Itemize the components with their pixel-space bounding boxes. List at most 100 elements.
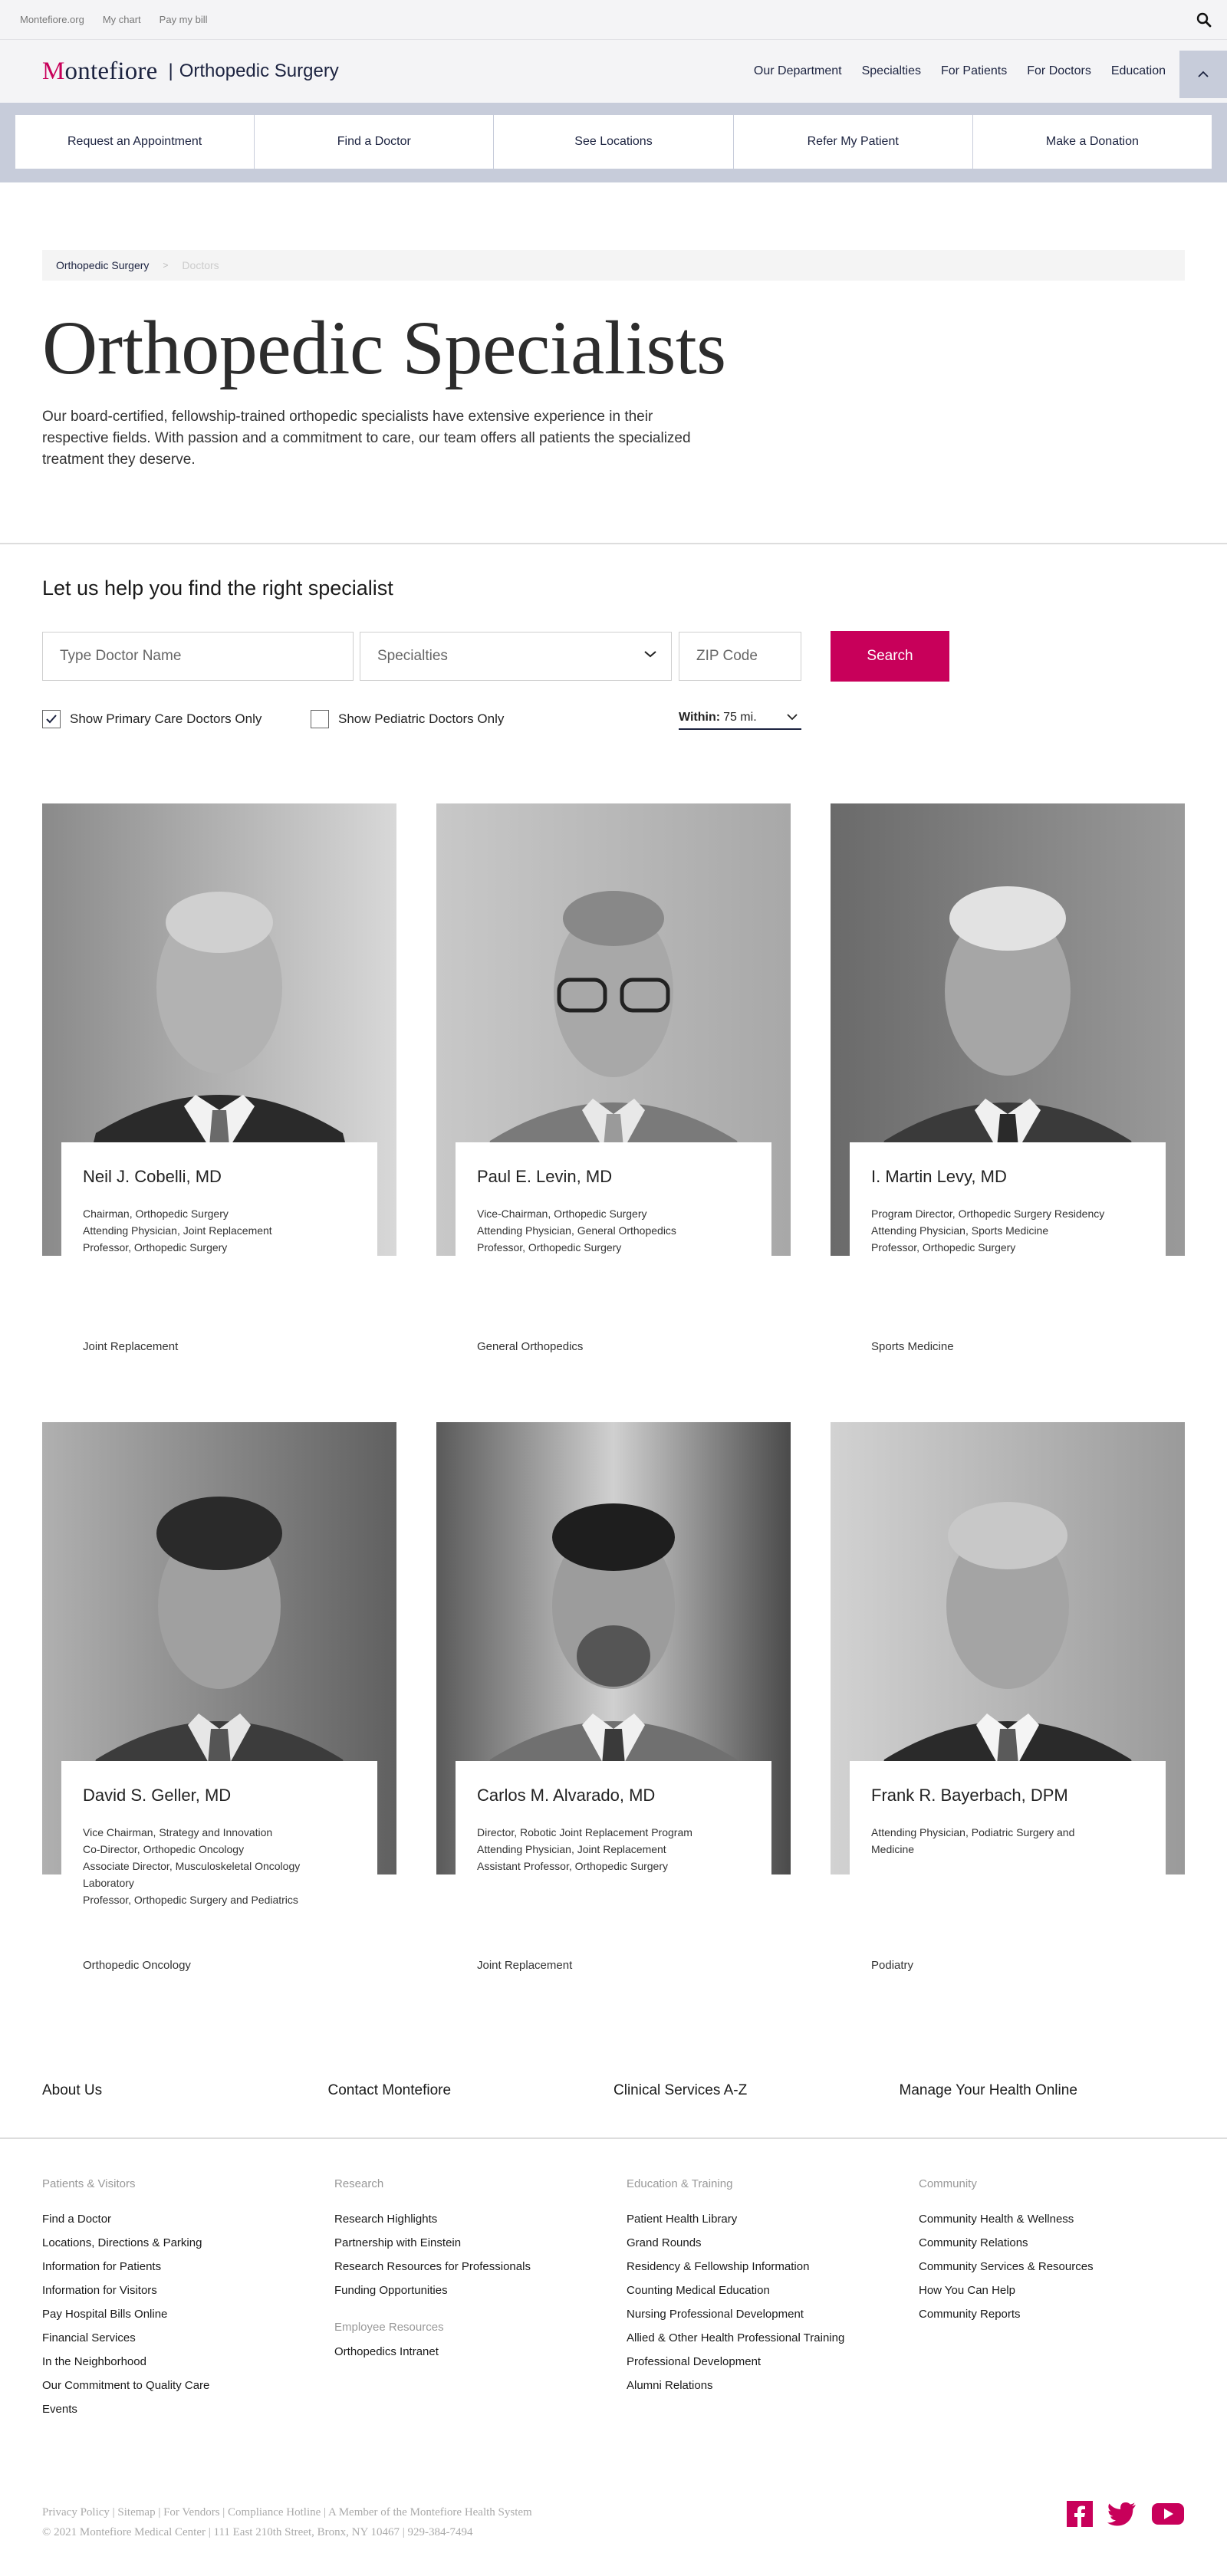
nav-for-patients[interactable]: For Patients — [941, 64, 1007, 78]
footer-link[interactable]: Professional Development — [627, 2354, 903, 2378]
footer-link[interactable]: Alumni Relations — [627, 2378, 903, 2402]
footer-link[interactable]: Community Health & Wellness — [919, 2212, 1195, 2236]
nav-our-department[interactable]: Our Department — [754, 64, 842, 78]
quick-links-band: Request an Appointment Find a Doctor See… — [0, 103, 1227, 182]
footer-link[interactable]: Locations, Directions & Parking — [42, 2236, 318, 2259]
page-description: Our board-certified, fellowship-trained … — [42, 409, 691, 468]
social-links — [1067, 2501, 1185, 2527]
footer-link[interactable]: Residency & Fellowship Information — [627, 2259, 903, 2283]
footer-link[interactable]: Pay Hospital Bills Online — [42, 2307, 318, 2331]
footer-link[interactable]: Find a Doctor — [42, 2212, 318, 2236]
util-link-paybill[interactable]: Pay my bill — [160, 14, 208, 25]
doctor-info: Paul E. Levin, MD Vice-Chairman, Orthope… — [456, 1142, 771, 1273]
footer-link[interactable]: Information for Patients — [42, 2259, 318, 2283]
doctor-name[interactable]: David S. Geller, MD — [83, 1786, 356, 1806]
doctor-title: Associate Director, Musculoskeletal Onco… — [83, 1860, 301, 1872]
doctor-name-input[interactable]: Type Doctor Name — [42, 632, 354, 681]
pediatric-checkbox[interactable]: Show Pediatric Doctors Only — [311, 710, 504, 728]
doctor-info: Neil J. Cobelli, MD Chairman, Orthopedic… — [61, 1142, 377, 1273]
collapse-button[interactable] — [1179, 51, 1227, 98]
doctor-name[interactable]: Frank R. Bayerbach, DPM — [871, 1786, 1144, 1806]
checkbox-box — [42, 710, 61, 728]
footer-link[interactable]: Partnership with Einstein — [334, 2236, 610, 2259]
zip-code-input[interactable]: ZIP Code — [679, 632, 801, 681]
quick-link-refer[interactable]: Refer My Patient — [734, 115, 973, 169]
nav-for-doctors[interactable]: For Doctors — [1027, 64, 1091, 78]
doctor-name[interactable]: Paul E. Levin, MD — [477, 1167, 750, 1187]
quick-link-donation[interactable]: Make a Donation — [973, 115, 1212, 169]
doctor-title: Assistant Professor, Orthopedic Surgery — [477, 1860, 668, 1872]
legal-links[interactable]: Privacy Policy | Sitemap | For Vendors |… — [42, 2502, 532, 2522]
footer-link[interactable]: Our Commitment to Quality Care — [42, 2378, 318, 2402]
footer-divider — [0, 2137, 1227, 2139]
footer-link[interactable]: Community Reports — [919, 2307, 1195, 2331]
doctor-title: Attending Physician, General Orthopedics — [477, 1224, 676, 1237]
page-title: Orthopedic Specialists — [42, 305, 726, 390]
doctor-title: Director, Robotic Joint Replacement Prog… — [477, 1826, 692, 1838]
chevron-down-icon — [787, 714, 798, 721]
breadcrumb-orthopedic-surgery[interactable]: Orthopedic Surgery — [56, 259, 149, 271]
footer-subheading: Employee Resources — [334, 2321, 444, 2334]
logo-initial: M — [42, 57, 65, 85]
footer-link[interactable]: Community Services & Resources — [919, 2259, 1195, 2283]
pediatric-label: Show Pediatric Doctors Only — [338, 711, 505, 726]
doctor-info: I. Martin Levy, MD Program Director, Ort… — [850, 1142, 1166, 1273]
youtube-icon[interactable] — [1151, 2501, 1185, 2527]
department-name: Orthopedic Surgery — [179, 61, 339, 81]
footer-top-links: About Us Contact Montefiore Clinical Ser… — [42, 2082, 1185, 2099]
doctor-name[interactable]: I. Martin Levy, MD — [871, 1167, 1144, 1187]
footer-link[interactable]: Funding Opportunities — [334, 2283, 610, 2307]
quick-link-appointment[interactable]: Request an Appointment — [15, 115, 255, 169]
footer-about-us[interactable]: About Us — [42, 2082, 328, 2099]
footer-link[interactable]: Community Relations — [919, 2236, 1195, 2259]
doctor-title: Professor, Orthopedic Surgery and Pediat… — [83, 1894, 298, 1906]
search-icon[interactable] — [1195, 11, 1213, 29]
footer-contact[interactable]: Contact Montefiore — [328, 2082, 614, 2099]
distance-select[interactable]: Within: 75 mi. — [679, 707, 801, 730]
chevron-down-icon — [644, 651, 656, 658]
nav-specialties[interactable]: Specialties — [862, 64, 921, 78]
doctor-title: Vice-Chairman, Orthopedic Surgery — [477, 1208, 647, 1220]
chevron-up-icon — [1198, 71, 1209, 77]
footer-link[interactable]: In the Neighborhood — [42, 2354, 318, 2378]
footer-link[interactable]: Counting Medical Education — [627, 2283, 903, 2307]
footer-link[interactable]: How You Can Help — [919, 2283, 1195, 2307]
footer-link[interactable]: Patient Health Library — [627, 2212, 903, 2236]
logo-rest: ontefiore — [64, 57, 158, 85]
util-link-mychart[interactable]: My chart — [103, 14, 141, 25]
footer-link[interactable]: Nursing Professional Development — [627, 2307, 903, 2331]
primary-care-checkbox[interactable]: Show Primary Care Doctors Only — [42, 710, 262, 728]
doctor-name[interactable]: Neil J. Cobelli, MD — [83, 1167, 356, 1187]
doctor-title: Medicine — [871, 1843, 915, 1855]
search-button[interactable]: Search — [831, 631, 949, 682]
facebook-icon[interactable] — [1067, 2501, 1093, 2527]
footer-link[interactable]: Orthopedics Intranet — [334, 2344, 610, 2368]
nav-education[interactable]: Education — [1111, 64, 1166, 78]
footer-link[interactable]: Grand Rounds — [627, 2236, 903, 2259]
doctor-name[interactable]: Carlos M. Alvarado, MD — [477, 1786, 750, 1806]
util-link-montefiore[interactable]: Montefiore.org — [20, 14, 84, 25]
footer-manage-health[interactable]: Manage Your Health Online — [900, 2082, 1186, 2099]
doctor-title: Attending Physician, Joint Replacement — [83, 1224, 272, 1237]
footer-link[interactable]: Information for Visitors — [42, 2283, 318, 2307]
montefiore-logo[interactable]: Montefiore — [42, 58, 157, 86]
quick-links: Request an Appointment Find a Doctor See… — [15, 115, 1212, 169]
footer-link[interactable]: Allied & Other Health Professional Train… — [627, 2331, 903, 2354]
footer-link[interactable]: Research Resources for Professionals — [334, 2259, 610, 2283]
specialties-select[interactable]: Specialties — [360, 632, 672, 681]
quick-link-locations[interactable]: See Locations — [494, 115, 734, 169]
main-nav: Our Department Specialties For Patients … — [734, 40, 1166, 103]
footer-column-community: Community Community Health & Wellness Co… — [919, 2177, 1195, 2331]
footer-link[interactable]: Financial Services — [42, 2331, 318, 2354]
footer-link[interactable]: Research Highlights — [334, 2212, 610, 2236]
footer-clinical-services[interactable]: Clinical Services A-Z — [614, 2082, 900, 2099]
doctor-specialty: Sports Medicine — [871, 1340, 954, 1353]
specialties-select-label: Specialties — [377, 648, 448, 664]
footer-link[interactable]: Events — [42, 2402, 318, 2426]
logo-separator: | — [168, 61, 173, 81]
quick-link-find-doctor[interactable]: Find a Doctor — [255, 115, 495, 169]
twitter-icon[interactable] — [1107, 2501, 1137, 2527]
doctor-title: Vice Chairman, Strategy and Innovation — [83, 1826, 273, 1838]
doctor-specialty: General Orthopedics — [477, 1340, 584, 1353]
doctor-title: Attending Physician, Sports Medicine — [871, 1224, 1049, 1237]
